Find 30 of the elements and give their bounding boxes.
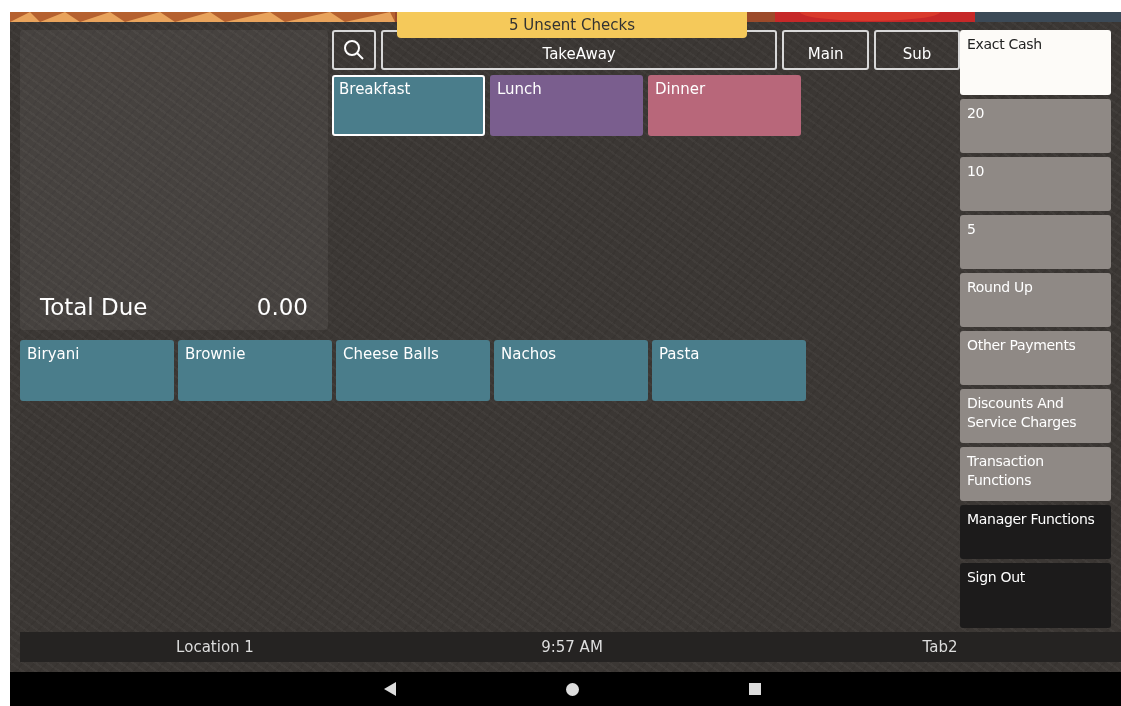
home-icon[interactable] — [566, 682, 579, 696]
tab-label: Tab2 — [922, 638, 958, 656]
function-button[interactable]: Round Up — [960, 273, 1111, 327]
function-button[interactable]: Discounts And Service Charges — [960, 389, 1111, 443]
menu-item-button[interactable]: Nachos — [494, 340, 648, 401]
total-due-value: 0.00 — [256, 294, 308, 320]
back-icon[interactable] — [384, 682, 396, 696]
function-button[interactable]: Transaction Functions — [960, 447, 1111, 501]
function-button[interactable]: 10 — [960, 157, 1111, 211]
menu-item-button[interactable]: Brownie — [178, 340, 332, 401]
menu-item-button[interactable]: Biryani — [20, 340, 174, 401]
time-label: 9:57 AM — [541, 638, 603, 656]
function-button[interactable]: 20 — [960, 99, 1111, 153]
function-button[interactable]: Sign Out — [960, 563, 1111, 628]
function-button[interactable]: Manager Functions — [960, 505, 1111, 559]
search-button[interactable] — [332, 30, 376, 70]
screen-button[interactable]: Main — [782, 30, 870, 70]
search-icon — [342, 39, 365, 61]
function-button[interactable]: Other Payments — [960, 331, 1111, 385]
total-due-label: Total Due — [40, 294, 148, 320]
screen-button[interactable]: Sub — [874, 30, 960, 70]
function-button[interactable]: Exact Cash — [960, 30, 1111, 95]
menu-item-button[interactable]: Pasta — [652, 340, 806, 401]
category-tab[interactable]: Breakfast — [332, 75, 485, 136]
location-label: Location 1 — [176, 638, 254, 656]
function-button[interactable]: 5 — [960, 215, 1111, 269]
menu-item-button[interactable]: Cheese Balls — [336, 340, 490, 401]
unsent-checks-toast[interactable]: 5 Unsent Checks — [397, 12, 747, 38]
category-tab[interactable]: Dinner — [648, 75, 801, 136]
category-tab[interactable]: Lunch — [490, 75, 643, 136]
